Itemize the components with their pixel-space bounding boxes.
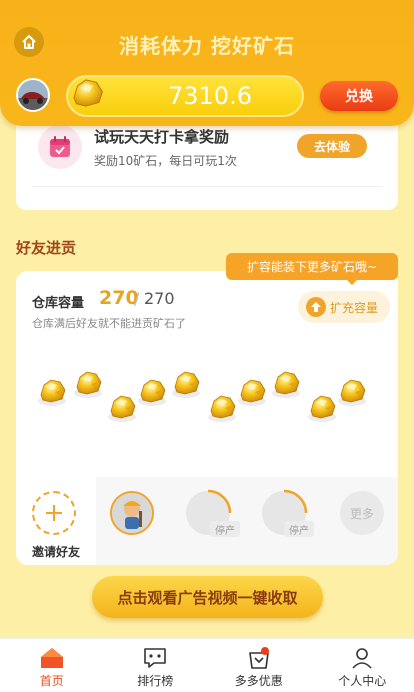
expand-capacity-button[interactable]: 扩充容量	[298, 291, 390, 323]
tab-label: 首页	[39, 674, 64, 688]
capacity-label: 仓库容量	[32, 296, 85, 311]
tab-label: 排行榜	[137, 674, 174, 688]
invite-label: 邀请好友	[31, 545, 80, 559]
more-friends-button[interactable]: 更多	[340, 491, 384, 535]
home-icon	[40, 648, 63, 668]
page-title: 消耗体力 挖好矿石	[119, 34, 295, 58]
tip-arrow	[346, 279, 358, 285]
ore-icon[interactable]	[306, 391, 338, 423]
ore-icon[interactable]	[336, 375, 368, 407]
exchange-button[interactable]: 兑换	[320, 81, 398, 111]
watch-ad-collect-button[interactable]: 点击观看广告视频一键收取	[92, 576, 323, 618]
stopped-tag: 停产	[284, 521, 314, 537]
profile-icon	[352, 648, 372, 669]
tab-deals[interactable]: 多多优惠	[207, 639, 311, 692]
balance-value: 7310.6	[168, 82, 252, 110]
ore-icon[interactable]	[206, 391, 238, 423]
avatar[interactable]	[16, 78, 50, 112]
ore-icon[interactable]	[170, 367, 202, 399]
bottom-tab-bar: 首页 排行榜 多多优惠 个人中心	[0, 638, 414, 692]
friend-tribute-card: 仓库容量 270 / 270 仓库满后好友就不能进贡矿石了 扩充容量 邀请好友	[16, 271, 398, 565]
plus-icon	[32, 491, 76, 535]
friend-list: 邀请好友 停产 停产 更多	[16, 477, 398, 565]
tab-profile[interactable]: 个人中心	[311, 639, 414, 692]
ore-icon[interactable]	[236, 375, 268, 407]
ore-icon[interactable]	[36, 375, 68, 407]
section-title: 好友进贡	[16, 239, 77, 257]
capacity-max: 270	[144, 289, 175, 308]
stopped-tag: 停产	[210, 521, 240, 537]
capacity-note: 仓库满后好友就不能进贡矿石了	[32, 317, 186, 330]
ore-icon	[68, 74, 106, 116]
capacity-current: 270	[99, 287, 139, 309]
try-button[interactable]: 去体验	[297, 134, 367, 158]
arrow-up-icon	[306, 297, 326, 317]
friend-slot-worker[interactable]	[110, 491, 154, 535]
coupon-bag-icon	[248, 647, 269, 669]
ore-icon[interactable]	[106, 391, 138, 423]
expand-label: 扩充容量	[330, 300, 379, 315]
task-title: 试玩天天打卡拿奖励	[94, 128, 230, 146]
ranking-icon	[144, 648, 167, 668]
calendar-icon	[38, 125, 82, 169]
capacity-separator: /	[134, 289, 140, 308]
ore-icon[interactable]	[270, 367, 302, 399]
miner-avatar-icon	[112, 493, 152, 533]
tab-label: 多多优惠	[234, 674, 283, 688]
tab-label: 个人中心	[338, 674, 387, 688]
expand-tip: 扩容能装下更多矿石哦~	[226, 253, 398, 280]
invite-friend-button[interactable]: 邀请好友	[16, 477, 96, 565]
header-bar: 消耗体力 挖好矿石 7310.6 兑换	[0, 0, 414, 126]
divider	[32, 186, 382, 187]
tab-home[interactable]: 首页	[0, 639, 104, 692]
task-subtitle: 奖励10矿石，每日可玩1次	[94, 154, 237, 168]
ore-icon[interactable]	[136, 375, 168, 407]
tab-ranking[interactable]: 排行榜	[104, 639, 208, 692]
ore-icon[interactable]	[72, 367, 104, 399]
